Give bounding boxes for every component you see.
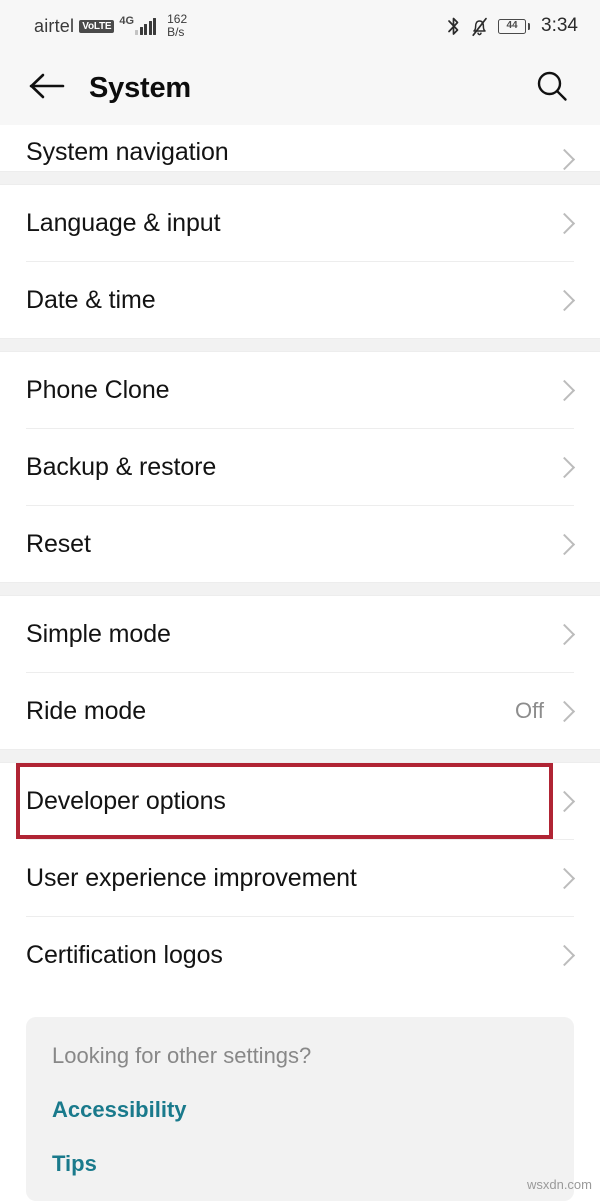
chevron-right-icon	[553, 700, 576, 722]
settings-group: Developer options User experience improve…	[0, 763, 600, 993]
settings-row[interactable]: Reset	[0, 506, 600, 582]
link-accessibility[interactable]: Accessibility	[52, 1097, 548, 1123]
network-type-label: 4G	[119, 14, 135, 27]
back-arrow-icon	[28, 72, 66, 105]
app-bar: System	[0, 52, 600, 125]
settings-row[interactable]: Certification logos	[0, 917, 600, 993]
chevron-right-icon	[553, 533, 576, 555]
chevron-right-icon	[553, 867, 576, 889]
settings-row-label: Date & time	[26, 285, 156, 314]
signal-bars-icon	[135, 17, 157, 35]
data-speed-unit: B/s	[167, 25, 185, 39]
chevron-right-icon	[553, 790, 576, 812]
volte-icon: VoLTE	[79, 19, 115, 33]
settings-group: Simple mode Ride mode Off	[0, 596, 600, 749]
other-settings-title: Looking for other settings?	[52, 1043, 312, 1068]
search-button[interactable]	[530, 67, 574, 111]
settings-row-label: Simple mode	[26, 619, 171, 648]
settings-row[interactable]: Date & time	[0, 262, 600, 338]
clock-label: 3:34	[541, 15, 578, 36]
settings-group: Language & input Date & time	[0, 185, 600, 338]
settings-row-label: Developer options	[26, 786, 226, 815]
signal-indicator: 4G	[119, 14, 157, 35]
search-icon	[534, 68, 570, 109]
settings-row-label: Phone Clone	[26, 375, 170, 404]
chevron-right-icon	[553, 623, 576, 645]
settings-row-label: Reset	[26, 529, 91, 558]
group-separator	[0, 749, 600, 763]
status-bar-left: airtel VoLTE 4G 162 B/s	[34, 13, 187, 38]
link-tips[interactable]: Tips	[52, 1151, 548, 1177]
battery-level-label: 44	[506, 20, 518, 31]
settings-group: System navigation	[0, 125, 600, 171]
settings-row[interactable]: Phone Clone	[0, 352, 600, 428]
settings-row-label: Language & input	[26, 208, 221, 237]
settings-row[interactable]: Developer options	[0, 763, 600, 839]
chevron-right-icon	[553, 148, 576, 171]
chevron-right-icon	[553, 212, 576, 234]
settings-row[interactable]: System navigation	[0, 125, 600, 171]
settings-row-value: Off	[515, 698, 544, 723]
chevron-right-icon	[553, 944, 576, 966]
settings-row[interactable]: User experience improvement	[0, 840, 600, 916]
chevron-right-icon	[553, 379, 576, 401]
watermark: wsxdn.com	[526, 1177, 592, 1192]
carrier-label: airtel	[34, 15, 75, 36]
settings-group: Phone Clone Backup & restore Reset	[0, 352, 600, 582]
bell-muted-icon	[470, 16, 489, 37]
settings-row-label: User experience improvement	[26, 863, 357, 892]
status-bar: airtel VoLTE 4G 162 B/s 44 3:34	[0, 0, 600, 52]
settings-list[interactable]: System navigation Language & input Date & …	[0, 125, 600, 993]
other-settings-card: Looking for other settings? Accessibilit…	[26, 1017, 574, 1201]
group-separator	[0, 338, 600, 352]
group-separator	[0, 582, 600, 596]
back-button[interactable]	[28, 67, 72, 111]
settings-row[interactable]: Backup & restore	[0, 429, 600, 505]
settings-row[interactable]: Language & input	[0, 185, 600, 261]
settings-row-label: System navigation	[26, 138, 229, 166]
settings-row-label: Ride mode	[26, 696, 146, 725]
settings-row-label: Backup & restore	[26, 452, 217, 481]
settings-row-label: Certification logos	[26, 940, 223, 969]
status-bar-right: 44 3:34	[446, 15, 578, 37]
group-separator	[0, 171, 600, 185]
settings-row[interactable]: Simple mode	[0, 596, 600, 672]
chevron-right-icon	[553, 289, 576, 311]
data-speed-indicator: 162 B/s	[167, 13, 187, 38]
settings-row[interactable]: Ride mode Off	[0, 673, 600, 749]
bluetooth-icon	[446, 16, 461, 37]
battery-icon: 44	[498, 18, 531, 34]
chevron-right-icon	[553, 456, 576, 478]
page-title: System	[89, 72, 191, 104]
